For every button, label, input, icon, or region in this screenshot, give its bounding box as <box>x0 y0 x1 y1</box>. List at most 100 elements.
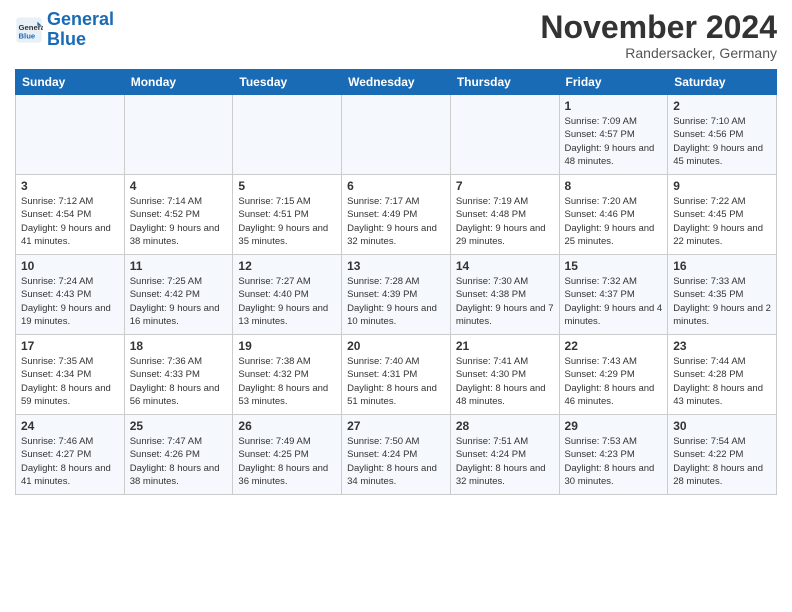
day-info: Sunrise: 7:15 AM Sunset: 4:51 PM Dayligh… <box>238 195 336 248</box>
title-block: November 2024 Randersacker, Germany <box>540 10 777 61</box>
table-row: 9 Sunrise: 7:22 AM Sunset: 4:45 PM Daylig… <box>668 175 777 255</box>
day-number: 9 <box>673 179 771 193</box>
page-header: General Blue General Blue November 2024 … <box>15 10 777 61</box>
table-row <box>16 95 125 175</box>
page-container: General Blue General Blue November 2024 … <box>0 0 792 500</box>
table-row: 3Sunrise: 7:12 AM Sunset: 4:54 PM Daylig… <box>16 175 125 255</box>
month-title: November 2024 <box>540 10 777 45</box>
table-row: 15Sunrise: 7:32 AM Sunset: 4:37 PM Dayli… <box>559 255 668 335</box>
header-tuesday: Tuesday <box>233 70 342 95</box>
day-number: 23 <box>673 339 771 353</box>
table-row <box>342 95 451 175</box>
day-info: Sunrise: 7:19 AM Sunset: 4:48 PM Dayligh… <box>456 195 554 248</box>
header-friday: Friday <box>559 70 668 95</box>
day-info: Sunrise: 7:24 AM Sunset: 4:43 PM Dayligh… <box>21 275 119 328</box>
calendar-week-1: 1 Sunrise: 7:09 AM Sunset: 4:57 PM Daylig… <box>16 95 777 175</box>
logo: General Blue General Blue <box>15 10 114 50</box>
day-info: Sunrise: 7:10 AM Sunset: 4:56 PM Dayligh… <box>673 115 771 168</box>
day-info: Sunrise: 7:54 AM Sunset: 4:22 PM Dayligh… <box>673 435 771 488</box>
table-row: 25 Sunrise: 7:47 AM Sunset: 4:26 PM Dayli… <box>124 415 233 495</box>
calendar-week-4: 17 Sunrise: 7:35 AM Sunset: 4:34 PM Dayli… <box>16 335 777 415</box>
logo-text: General Blue <box>47 10 114 50</box>
day-number: 1 <box>565 99 663 113</box>
day-info: Sunrise: 7:25 AM Sunset: 4:42 PM Dayligh… <box>130 275 228 328</box>
day-number: 17 <box>21 339 119 353</box>
day-number: 26 <box>238 419 336 433</box>
table-row: 24Sunrise: 7:46 AM Sunset: 4:27 PM Dayli… <box>16 415 125 495</box>
day-number: 19 <box>238 339 336 353</box>
day-info: Sunrise: 7:51 AM Sunset: 4:24 PM Dayligh… <box>456 435 554 488</box>
day-info: Sunrise: 7:33 AM Sunset: 4:35 PM Dayligh… <box>673 275 771 328</box>
day-info: Sunrise: 7:17 AM Sunset: 4:49 PM Dayligh… <box>347 195 445 248</box>
table-row <box>450 95 559 175</box>
day-info: Sunrise: 7:20 AM Sunset: 4:46 PM Dayligh… <box>565 195 663 248</box>
day-info: Sunrise: 7:36 AM Sunset: 4:33 PM Dayligh… <box>130 355 228 408</box>
day-info: Sunrise: 7:46 AM Sunset: 4:27 PM Dayligh… <box>21 435 119 488</box>
day-info: Sunrise: 7:43 AM Sunset: 4:29 PM Dayligh… <box>565 355 663 408</box>
table-row: 29 Sunrise: 7:53 AM Sunset: 4:23 PM Dayli… <box>559 415 668 495</box>
day-info: Sunrise: 7:27 AM Sunset: 4:40 PM Dayligh… <box>238 275 336 328</box>
calendar-week-5: 24Sunrise: 7:46 AM Sunset: 4:27 PM Dayli… <box>16 415 777 495</box>
table-row: 10 Sunrise: 7:24 AM Sunset: 4:43 PM Dayli… <box>16 255 125 335</box>
table-row: 1 Sunrise: 7:09 AM Sunset: 4:57 PM Daylig… <box>559 95 668 175</box>
day-info: Sunrise: 7:41 AM Sunset: 4:30 PM Dayligh… <box>456 355 554 408</box>
table-row: 7Sunrise: 7:19 AM Sunset: 4:48 PM Daylig… <box>450 175 559 255</box>
day-info: Sunrise: 7:47 AM Sunset: 4:26 PM Dayligh… <box>130 435 228 488</box>
table-row: 19Sunrise: 7:38 AM Sunset: 4:32 PM Dayli… <box>233 335 342 415</box>
table-row: 11 Sunrise: 7:25 AM Sunset: 4:42 PM Dayli… <box>124 255 233 335</box>
day-number: 18 <box>130 339 228 353</box>
calendar-table: Sunday Monday Tuesday Wednesday Thursday… <box>15 69 777 495</box>
day-number: 3 <box>21 179 119 193</box>
table-row: 5 Sunrise: 7:15 AM Sunset: 4:51 PM Daylig… <box>233 175 342 255</box>
day-number: 10 <box>21 259 119 273</box>
day-number: 29 <box>565 419 663 433</box>
calendar-header-row: Sunday Monday Tuesday Wednesday Thursday… <box>16 70 777 95</box>
day-info: Sunrise: 7:09 AM Sunset: 4:57 PM Dayligh… <box>565 115 663 168</box>
logo-icon: General Blue <box>15 16 43 44</box>
day-info: Sunrise: 7:30 AM Sunset: 4:38 PM Dayligh… <box>456 275 554 328</box>
day-number: 14 <box>456 259 554 273</box>
table-row: 14 Sunrise: 7:30 AM Sunset: 4:38 PM Dayli… <box>450 255 559 335</box>
day-number: 5 <box>238 179 336 193</box>
table-row: 12Sunrise: 7:27 AM Sunset: 4:40 PM Dayli… <box>233 255 342 335</box>
table-row: 17 Sunrise: 7:35 AM Sunset: 4:34 PM Dayli… <box>16 335 125 415</box>
table-row: 4Sunrise: 7:14 AM Sunset: 4:52 PM Daylig… <box>124 175 233 255</box>
logo-line1: General <box>47 9 114 29</box>
svg-text:Blue: Blue <box>19 31 36 40</box>
table-row: 20Sunrise: 7:40 AM Sunset: 4:31 PM Dayli… <box>342 335 451 415</box>
day-number: 8 <box>565 179 663 193</box>
logo-line2: Blue <box>47 29 86 49</box>
table-row: 18 Sunrise: 7:36 AM Sunset: 4:33 PM Dayli… <box>124 335 233 415</box>
header-wednesday: Wednesday <box>342 70 451 95</box>
table-row: 27 Sunrise: 7:50 AM Sunset: 4:24 PM Dayli… <box>342 415 451 495</box>
table-row: 6Sunrise: 7:17 AM Sunset: 4:49 PM Daylig… <box>342 175 451 255</box>
day-info: Sunrise: 7:28 AM Sunset: 4:39 PM Dayligh… <box>347 275 445 328</box>
table-row: 16 Sunrise: 7:33 AM Sunset: 4:35 PM Dayli… <box>668 255 777 335</box>
day-info: Sunrise: 7:49 AM Sunset: 4:25 PM Dayligh… <box>238 435 336 488</box>
calendar-week-3: 10 Sunrise: 7:24 AM Sunset: 4:43 PM Dayli… <box>16 255 777 335</box>
header-sunday: Sunday <box>16 70 125 95</box>
day-info: Sunrise: 7:40 AM Sunset: 4:31 PM Dayligh… <box>347 355 445 408</box>
day-number: 16 <box>673 259 771 273</box>
day-info: Sunrise: 7:14 AM Sunset: 4:52 PM Dayligh… <box>130 195 228 248</box>
header-monday: Monday <box>124 70 233 95</box>
day-info: Sunrise: 7:53 AM Sunset: 4:23 PM Dayligh… <box>565 435 663 488</box>
day-number: 13 <box>347 259 445 273</box>
location: Randersacker, Germany <box>540 45 777 61</box>
day-number: 27 <box>347 419 445 433</box>
day-info: Sunrise: 7:50 AM Sunset: 4:24 PM Dayligh… <box>347 435 445 488</box>
table-row: 22Sunrise: 7:43 AM Sunset: 4:29 PM Dayli… <box>559 335 668 415</box>
table-row: 26 Sunrise: 7:49 AM Sunset: 4:25 PM Dayli… <box>233 415 342 495</box>
calendar-week-2: 3Sunrise: 7:12 AM Sunset: 4:54 PM Daylig… <box>16 175 777 255</box>
day-number: 25 <box>130 419 228 433</box>
day-number: 2 <box>673 99 771 113</box>
table-row: 8 Sunrise: 7:20 AM Sunset: 4:46 PM Daylig… <box>559 175 668 255</box>
table-row: 30Sunrise: 7:54 AM Sunset: 4:22 PM Dayli… <box>668 415 777 495</box>
day-number: 11 <box>130 259 228 273</box>
day-info: Sunrise: 7:32 AM Sunset: 4:37 PM Dayligh… <box>565 275 663 328</box>
day-info: Sunrise: 7:22 AM Sunset: 4:45 PM Dayligh… <box>673 195 771 248</box>
header-thursday: Thursday <box>450 70 559 95</box>
day-info: Sunrise: 7:35 AM Sunset: 4:34 PM Dayligh… <box>21 355 119 408</box>
table-row <box>124 95 233 175</box>
day-info: Sunrise: 7:44 AM Sunset: 4:28 PM Dayligh… <box>673 355 771 408</box>
